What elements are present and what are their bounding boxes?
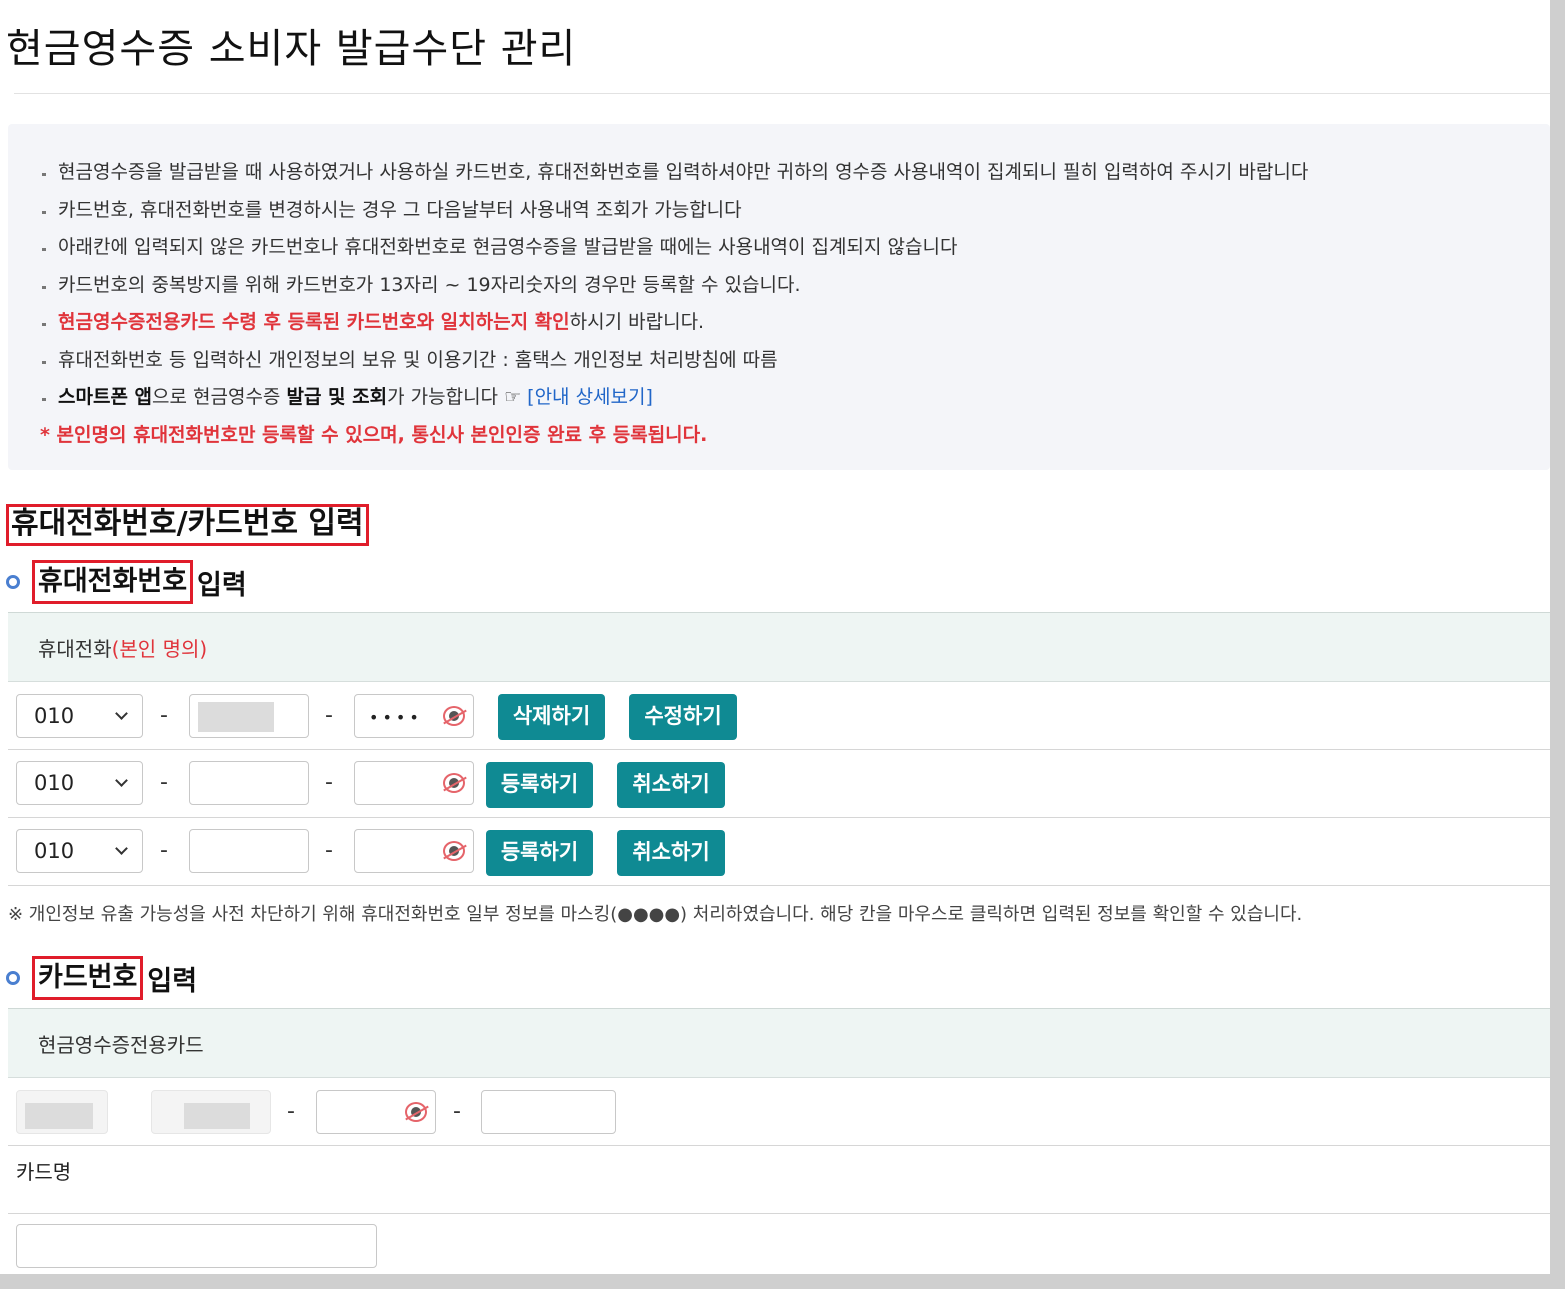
register-button[interactable]: 등록하기 — [486, 830, 593, 876]
page-title: 현금영수증 소비자 발급수단 관리 — [6, 26, 577, 72]
phone-last-input[interactable]: •••• — [354, 694, 474, 738]
chevron-down-icon — [115, 774, 128, 787]
phone-subtitle-boxed: 휴대전화번호 — [32, 560, 194, 604]
card-number-row: - - — [8, 1078, 1550, 1146]
circle-bullet-icon — [6, 971, 20, 985]
masked-value-blur — [25, 1103, 93, 1129]
chevron-down-icon — [115, 842, 128, 855]
notice-text: 으로 현금영수증 — [152, 386, 287, 408]
chevron-down-icon — [115, 707, 128, 720]
card-number-input-3[interactable] — [316, 1090, 436, 1134]
dash: - — [160, 703, 168, 728]
phone-row: 010 - - •••• 삭제하기 수정하기 — [8, 682, 1550, 750]
notice-item: 현금영수증을 발급받을 때 사용하였거나 사용하실 카드번호, 휴대전화번호를 … — [40, 154, 1308, 192]
notice-item: 현금영수증전용카드 수령 후 등록된 카드번호와 일치하는지 확인하시기 바랍니… — [40, 304, 1308, 342]
notice-list: 현금영수증을 발급받을 때 사용하였거나 사용하실 카드번호, 휴대전화번호를 … — [40, 154, 1308, 454]
dash: - — [287, 1099, 295, 1124]
phone-subtitle-rest: 입력 — [197, 569, 247, 601]
phone-prefix-value: 010 — [34, 771, 75, 795]
card-name-label-row — [8, 1146, 1550, 1214]
eye-toggle-icon[interactable] — [405, 1102, 427, 1122]
cancel-button[interactable]: 취소하기 — [617, 830, 725, 876]
page: 현금영수증 소비자 발급수단 관리 현금영수증을 발급받을 때 사용하였거나 사… — [0, 0, 1550, 1274]
phone-middle-input[interactable] — [189, 694, 309, 738]
notice-item: 아래칸에 입력되지 않은 카드번호나 휴대전화번호로 현금영수증을 발급받을 때… — [40, 229, 1308, 267]
phone-row: 010 - - 등록하기 취소하기 — [8, 750, 1550, 818]
dash: - — [453, 1099, 461, 1124]
circle-bullet-icon — [6, 575, 20, 589]
phone-header-owner: (본인 명의) — [111, 636, 208, 661]
notice-item: 카드번호, 휴대전화번호를 변경하시는 경우 그 다음날부터 사용내역 조회가 … — [40, 192, 1308, 230]
eye-toggle-icon[interactable] — [443, 706, 465, 726]
phone-middle-input[interactable] — [189, 761, 309, 805]
cancel-button[interactable]: 취소하기 — [617, 762, 725, 808]
card-name-label: 카드명 — [16, 1160, 72, 1184]
edit-button[interactable]: 수정하기 — [629, 694, 737, 740]
notice-red-text: 현금영수증전용카드 수령 후 등록된 카드번호와 일치하는지 확인 — [58, 311, 570, 333]
phone-prefix-value: 010 — [34, 839, 75, 863]
notice-item: 스마트폰 앱으로 현금영수증 발급 및 조회가 가능합니다 ☞ [안내 상세보기… — [40, 379, 1308, 417]
dash: - — [325, 703, 333, 728]
dash: - — [325, 838, 333, 863]
card-name-input[interactable] — [16, 1224, 377, 1268]
phone-middle-input[interactable] — [189, 829, 309, 873]
dash: - — [160, 838, 168, 863]
dash: - — [325, 770, 333, 795]
phone-header-label: 휴대전화 — [38, 636, 112, 661]
phone-prefix-value: 010 — [34, 704, 75, 728]
card-table-header: 현금영수증전용카드 — [8, 1008, 1550, 1078]
section-title: 휴대전화번호/카드번호 입력 — [6, 504, 369, 546]
notice-item: 카드번호의 중복방지를 위해 카드번호가 13자리 ~ 19자리숫자의 경우만 … — [40, 267, 1308, 305]
card-subtitle: 카드번호 입력 — [6, 956, 197, 1000]
phone-table-header: 휴대전화 (본인 명의) — [8, 612, 1550, 682]
detail-guide-link[interactable]: [안내 상세보기] — [527, 386, 653, 408]
dash: - — [160, 770, 168, 795]
card-number-input-2[interactable] — [151, 1090, 271, 1134]
card-subtitle-boxed: 카드번호 — [32, 956, 144, 1000]
card-header-label: 현금영수증전용카드 — [38, 1032, 204, 1057]
phone-subtitle: 휴대전화번호 입력 — [6, 560, 247, 604]
notice-text: 하시기 바랍니다. — [569, 311, 705, 333]
phone-last-input[interactable] — [354, 761, 474, 805]
phone-prefix-select[interactable]: 010 — [16, 694, 143, 738]
card-number-input-1[interactable] — [16, 1090, 108, 1134]
phone-last-masked: •••• — [369, 708, 423, 727]
masking-note: ※ 개인정보 유출 가능성을 사전 차단하기 위해 휴대전화번호 일부 정보를 … — [8, 904, 1303, 925]
masked-value-blur — [184, 1103, 250, 1129]
notice-bold-text: 스마트폰 앱 — [58, 386, 153, 408]
notice-bold-text: 발급 및 조회 — [286, 386, 388, 408]
card-number-input-4[interactable] — [481, 1090, 616, 1134]
title-divider — [14, 93, 1550, 94]
phone-prefix-select[interactable]: 010 — [16, 761, 143, 805]
masked-value-blur — [198, 702, 274, 732]
eye-toggle-icon[interactable] — [443, 841, 465, 861]
eye-toggle-icon[interactable] — [443, 773, 465, 793]
notice-item: 휴대전화번호 등 입력하신 개인정보의 보유 및 이용기간 : 홈택스 개인정보… — [40, 342, 1308, 380]
phone-prefix-select[interactable]: 010 — [16, 829, 143, 873]
notice-warning: * 본인명의 휴대전화번호만 등록할 수 있으며, 통신사 본인인증 완료 후 … — [40, 423, 708, 446]
phone-last-input[interactable] — [354, 829, 474, 873]
delete-button[interactable]: 삭제하기 — [498, 694, 605, 740]
notice-box: 현금영수증을 발급받을 때 사용하였거나 사용하실 카드번호, 휴대전화번호를 … — [8, 124, 1550, 470]
card-subtitle-rest: 입력 — [147, 965, 198, 997]
phone-row: 010 - - 등록하기 취소하기 — [8, 818, 1550, 886]
register-button[interactable]: 등록하기 — [486, 762, 593, 808]
notice-text: 가 가능합니다 ☞ — [387, 386, 528, 408]
